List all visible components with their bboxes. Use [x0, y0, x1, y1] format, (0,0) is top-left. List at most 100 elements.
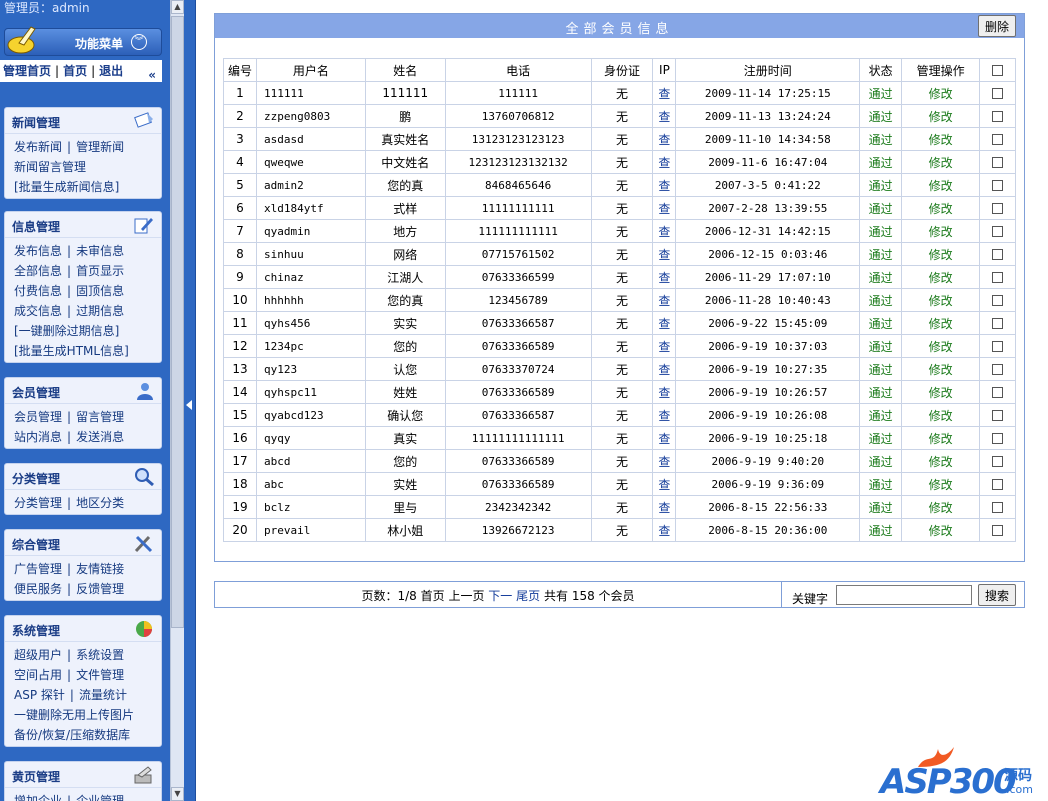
- edit-link[interactable]: 修改: [929, 340, 953, 354]
- sidebar-link[interactable]: 增加企业: [14, 794, 62, 801]
- delete-button[interactable]: 删除: [978, 15, 1016, 37]
- row-checkbox[interactable]: [992, 387, 1004, 398]
- row-checkbox[interactable]: [992, 295, 1004, 306]
- status-approve-link[interactable]: 通过: [869, 340, 893, 354]
- edit-link[interactable]: 修改: [929, 478, 953, 492]
- sidebar-link[interactable]: 发布新闻: [14, 140, 62, 154]
- sidebar-link[interactable]: 地区分类: [76, 496, 124, 510]
- ip-lookup-link[interactable]: 查: [658, 87, 670, 101]
- ip-lookup-link[interactable]: 查: [658, 110, 670, 124]
- edit-link[interactable]: 修改: [929, 156, 953, 170]
- row-checkbox[interactable]: [992, 318, 1004, 329]
- sidebar-link[interactable]: 站内消息: [14, 430, 62, 444]
- ip-lookup-link[interactable]: 查: [658, 202, 670, 216]
- status-approve-link[interactable]: 通过: [869, 386, 893, 400]
- sidebar-link[interactable]: 文件管理: [76, 668, 124, 682]
- status-approve-link[interactable]: 通过: [869, 409, 893, 423]
- ip-lookup-link[interactable]: 查: [658, 133, 670, 147]
- select-all-checkbox[interactable]: [992, 65, 1004, 76]
- status-approve-link[interactable]: 通过: [869, 133, 893, 147]
- status-approve-link[interactable]: 通过: [869, 87, 893, 101]
- menu-toggle-icon[interactable]: ︾: [131, 34, 147, 50]
- scroll-down-icon[interactable]: ▼: [171, 787, 184, 801]
- ip-lookup-link[interactable]: 查: [658, 225, 670, 239]
- sidebar-link[interactable]: 友情链接: [76, 562, 124, 576]
- sidebar-link[interactable]: 留言管理: [76, 410, 124, 424]
- row-checkbox[interactable]: [992, 272, 1004, 283]
- sidebar-link[interactable]: 空间占用: [14, 668, 62, 682]
- sidebar-link[interactable]: 新闻留言管理: [14, 160, 86, 174]
- edit-link[interactable]: 修改: [929, 524, 953, 538]
- status-approve-link[interactable]: 通过: [869, 294, 893, 308]
- ip-lookup-link[interactable]: 查: [658, 478, 670, 492]
- ip-lookup-link[interactable]: 查: [658, 363, 670, 377]
- edit-link[interactable]: 修改: [929, 432, 953, 446]
- row-checkbox[interactable]: [992, 203, 1004, 214]
- row-checkbox[interactable]: [992, 433, 1004, 444]
- status-approve-link[interactable]: 通过: [869, 478, 893, 492]
- status-approve-link[interactable]: 通过: [869, 455, 893, 469]
- edit-link[interactable]: 修改: [929, 202, 953, 216]
- sidebar-link[interactable]: 成交信息: [14, 304, 62, 318]
- row-checkbox[interactable]: [992, 341, 1004, 352]
- sidebar-link[interactable]: 一键删除无用上传图片: [14, 708, 134, 722]
- sidebar-link[interactable]: [一键删除过期信息]: [14, 324, 119, 338]
- ip-lookup-link[interactable]: 查: [658, 271, 670, 285]
- collapse-icon[interactable]: «: [148, 64, 156, 86]
- row-checkbox[interactable]: [992, 410, 1004, 421]
- ip-lookup-link[interactable]: 查: [658, 340, 670, 354]
- edit-link[interactable]: 修改: [929, 455, 953, 469]
- sidebar-scrollbar[interactable]: ▲ ▼: [170, 0, 184, 801]
- sidebar-link[interactable]: ASP 探针: [14, 688, 65, 702]
- ip-lookup-link[interactable]: 查: [658, 156, 670, 170]
- scroll-thumb[interactable]: [171, 16, 184, 628]
- keyword-input[interactable]: [836, 585, 972, 605]
- sidebar-link[interactable]: 系统设置: [76, 648, 124, 662]
- ip-lookup-link[interactable]: 查: [658, 317, 670, 331]
- ip-lookup-link[interactable]: 查: [658, 501, 670, 515]
- status-approve-link[interactable]: 通过: [869, 248, 893, 262]
- sidebar-link[interactable]: 发送消息: [76, 430, 124, 444]
- sidebar-link[interactable]: 固顶信息: [76, 284, 124, 298]
- status-approve-link[interactable]: 通过: [869, 179, 893, 193]
- sidebar-link[interactable]: 便民服务: [14, 582, 62, 596]
- edit-link[interactable]: 修改: [929, 87, 953, 101]
- row-checkbox[interactable]: [992, 226, 1004, 237]
- status-approve-link[interactable]: 通过: [869, 501, 893, 515]
- nav-admin-home[interactable]: 管理首页: [3, 64, 51, 78]
- row-checkbox[interactable]: [992, 364, 1004, 375]
- row-checkbox[interactable]: [992, 502, 1004, 513]
- edit-link[interactable]: 修改: [929, 409, 953, 423]
- search-button[interactable]: 搜索: [978, 584, 1016, 606]
- sidebar-link[interactable]: 反馈管理: [76, 582, 124, 596]
- ip-lookup-link[interactable]: 查: [658, 248, 670, 262]
- row-checkbox[interactable]: [992, 525, 1004, 536]
- edit-link[interactable]: 修改: [929, 317, 953, 331]
- edit-link[interactable]: 修改: [929, 386, 953, 400]
- sidebar-link[interactable]: 全部信息: [14, 264, 62, 278]
- status-approve-link[interactable]: 通过: [869, 363, 893, 377]
- sidebar-link[interactable]: 分类管理: [14, 496, 62, 510]
- ip-lookup-link[interactable]: 查: [658, 294, 670, 308]
- sidebar-link[interactable]: 首页显示: [76, 264, 124, 278]
- edit-link[interactable]: 修改: [929, 248, 953, 262]
- sidebar-link[interactable]: [批量生成新闻信息]: [14, 180, 119, 194]
- collapse-arrow-icon[interactable]: [186, 400, 192, 410]
- sidebar-link[interactable]: 流量统计: [79, 688, 127, 702]
- status-approve-link[interactable]: 通过: [869, 156, 893, 170]
- sidebar-link[interactable]: 过期信息: [76, 304, 124, 318]
- sidebar-link[interactable]: 会员管理: [14, 410, 62, 424]
- ip-lookup-link[interactable]: 查: [658, 179, 670, 193]
- edit-link[interactable]: 修改: [929, 294, 953, 308]
- edit-link[interactable]: 修改: [929, 110, 953, 124]
- status-approve-link[interactable]: 通过: [869, 225, 893, 239]
- next-page-link[interactable]: 下一: [488, 589, 512, 603]
- row-checkbox[interactable]: [992, 134, 1004, 145]
- row-checkbox[interactable]: [992, 479, 1004, 490]
- sidebar-link[interactable]: 备份/恢复/压缩数据库: [14, 728, 130, 742]
- ip-lookup-link[interactable]: 查: [658, 455, 670, 469]
- status-approve-link[interactable]: 通过: [869, 317, 893, 331]
- status-approve-link[interactable]: 通过: [869, 202, 893, 216]
- sidebar-link[interactable]: 管理新闻: [76, 140, 124, 154]
- ip-lookup-link[interactable]: 查: [658, 432, 670, 446]
